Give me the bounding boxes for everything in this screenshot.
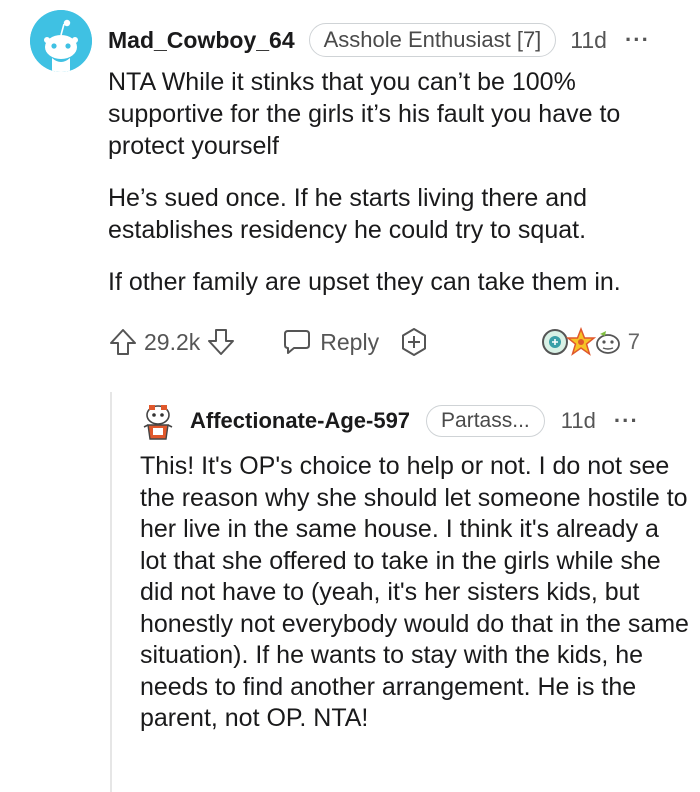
award-plus-icon	[402, 328, 427, 356]
reply-body: This! It's OP's choice to help or not. I…	[140, 451, 690, 735]
comment-paragraph: If other family are upset they can take …	[108, 268, 621, 296]
comment-paragraph: NTA While it stinks that you can’t be 10…	[108, 68, 621, 160]
reply-header: Affectionate-Age-597 Partass... 11d ···	[190, 404, 639, 438]
reply-user-avatar[interactable]	[140, 401, 176, 441]
reply-username[interactable]: Affectionate-Age-597	[190, 408, 410, 434]
thread-line[interactable]	[110, 392, 112, 792]
user-flair: Asshole Enthusiast [7]	[308, 23, 557, 57]
vote-count: 29.2k	[144, 328, 201, 355]
vote-controls: 29.2k	[108, 327, 236, 357]
reply-label: Reply	[320, 328, 380, 355]
reply-text: This! It's OP's choice to help or not. I…	[140, 452, 689, 732]
downvote-icon[interactable]	[206, 327, 236, 357]
reply-more-options-icon[interactable]: ···	[614, 408, 639, 434]
awards-summary[interactable]: 7	[540, 327, 640, 357]
comment-paragraph: He’s sued once. If he starts living ther…	[108, 184, 587, 244]
comment-header: Mad_Cowboy_64 Asshole Enthusiast [7] 11d…	[108, 22, 650, 58]
comment-username[interactable]: Mad_Cowboy_64	[108, 27, 295, 54]
comment-actions: 29.2k Reply 7	[108, 320, 668, 364]
upvote-icon[interactable]	[108, 327, 138, 357]
reply-user-flair: Partass...	[426, 405, 545, 437]
reply-button[interactable]: Reply	[282, 327, 379, 357]
award-button[interactable]	[399, 327, 429, 357]
reply-icon	[284, 330, 311, 354]
more-options-icon[interactable]: ···	[625, 27, 650, 53]
comment-body: NTA While it stinks that you can’t be 10…	[108, 66, 688, 318]
user-avatar[interactable]	[30, 10, 92, 72]
face-award-icon	[595, 331, 620, 354]
comment-age: 11d	[570, 26, 607, 53]
award-count: 7	[627, 329, 640, 354]
reply-age: 11d	[560, 408, 596, 433]
